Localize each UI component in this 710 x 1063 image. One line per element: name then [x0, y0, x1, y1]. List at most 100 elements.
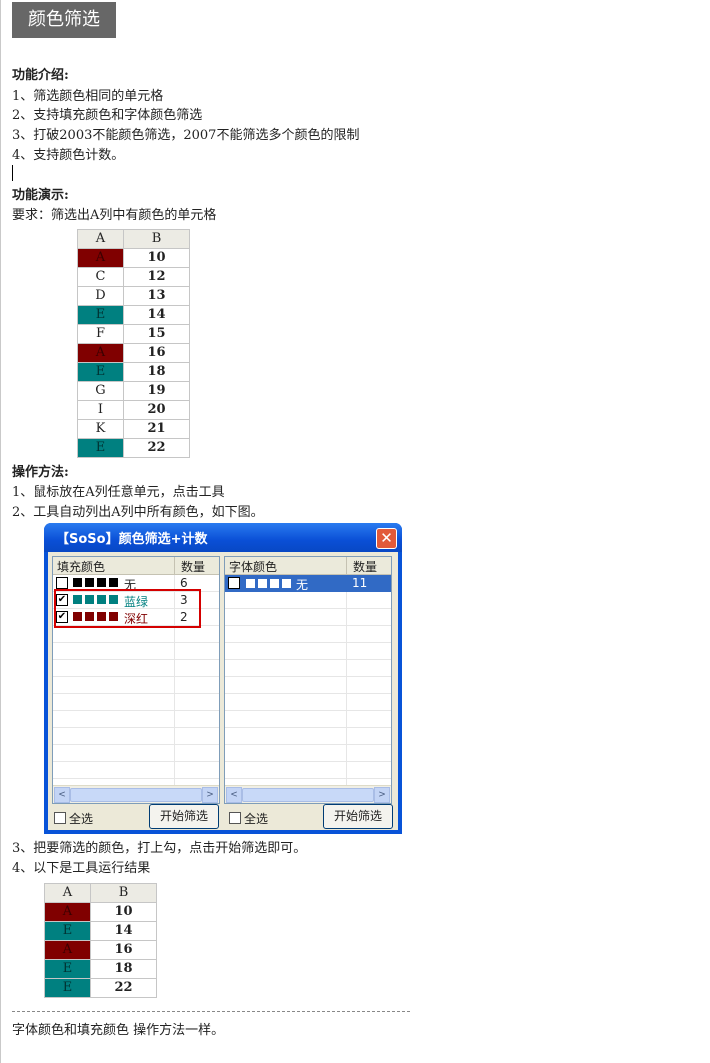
cell-a: A [77, 343, 124, 363]
table-row: E 14 [44, 921, 157, 941]
color-count: 11 [352, 576, 368, 590]
col-header-b: B [123, 229, 190, 249]
dialog-title-bar: 【SoSo】颜色筛选+计数 ✕ [44, 523, 402, 552]
page-title: 颜色筛选 [12, 2, 116, 38]
table-row: E 22 [44, 978, 157, 998]
cell-a: E [77, 362, 124, 382]
table-row: F 15 [77, 324, 190, 344]
cell-a: D [77, 286, 124, 306]
cell-b: 13 [123, 286, 190, 306]
cell-a: E [44, 959, 91, 979]
header-divider [174, 557, 175, 574]
font-color-list[interactable]: 字体颜色 数量 无 11 < > [224, 556, 392, 804]
color-swatch [97, 578, 106, 587]
cell-b: 12 [123, 267, 190, 287]
table-row: I 20 [77, 400, 190, 420]
cell-a: I [77, 400, 124, 420]
color-swatch [269, 578, 280, 589]
col-header-a: A [77, 229, 124, 249]
intro-heading: 功能介绍: [12, 68, 69, 83]
color-name: 无 [296, 578, 309, 592]
cell-a: K [77, 419, 124, 439]
table-row: G 19 [77, 381, 190, 401]
cell-a: G [77, 381, 124, 401]
cell-a: A [44, 902, 91, 922]
list-gridlines [225, 575, 391, 785]
cell-b: 18 [90, 959, 157, 979]
intro-item-4: 4、支持颜色计数。 [12, 148, 125, 163]
result-table: A B A 10 E 14 A 16 E 18 E 22 [44, 883, 157, 998]
font-start-filter-button[interactable]: 开始筛选 [323, 804, 393, 829]
demo-requirement: 要求：筛选出A列中有颜色的单元格 [12, 208, 217, 223]
cell-a: E [44, 921, 91, 941]
color-checkbox[interactable] [228, 577, 240, 589]
demo-table: A B A 10 C 12 D 13 E 14 F 15 A 16 E 18 G 19 I 20 K 21 E 22 [77, 229, 190, 458]
cell-a: A [77, 248, 124, 268]
cell-b: 19 [123, 381, 190, 401]
method-step-1: 1、鼠标放在A列任意单元，点击工具 [12, 485, 225, 500]
method-heading: 操作方法: [12, 465, 69, 480]
scroll-left-icon[interactable]: < [54, 787, 70, 803]
cell-b: 10 [123, 248, 190, 268]
color-count: 6 [180, 576, 188, 590]
color-filter-dialog: 【SoSo】颜色筛选+计数 ✕ 填充颜色 数量 无 6 ✔ 蓝绿 3 ✔ 深红 2 < > 字… [44, 523, 402, 834]
table-row: K 21 [77, 419, 190, 439]
method-step-2: 2、工具自动列出A列中所有颜色，如下图。 [12, 505, 264, 520]
table-row: E 14 [77, 305, 190, 325]
scroll-thumb[interactable] [242, 788, 374, 802]
cell-a: F [77, 324, 124, 344]
cell-b: 22 [90, 978, 157, 998]
highlight-box [54, 589, 201, 628]
cell-b: 15 [123, 324, 190, 344]
cell-b: 16 [123, 343, 190, 363]
table-row: C 12 [77, 267, 190, 287]
cell-b: 14 [90, 921, 157, 941]
table-row: E 22 [77, 438, 190, 458]
fill-color-header: 填充颜色 [57, 560, 106, 574]
list-column-line [346, 575, 347, 785]
demo-heading: 功能演示: [12, 188, 69, 203]
table-row: A 10 [77, 248, 190, 268]
col-header-b: B [90, 883, 157, 903]
table-row: D 13 [77, 286, 190, 306]
color-swatch [281, 578, 292, 589]
left-border [0, 0, 1, 1063]
cell-a: A [44, 940, 91, 960]
table-row: E 18 [77, 362, 190, 382]
fill-select-all-label: 全选 [69, 812, 94, 826]
scroll-right-icon[interactable]: > [374, 787, 390, 803]
scroll-thumb[interactable] [70, 788, 202, 802]
color-checkbox[interactable] [56, 577, 68, 589]
cell-a: E [77, 305, 124, 325]
footer-note: 字体颜色和填充颜色 操作方法一样。 [12, 1023, 225, 1038]
header-divider [346, 557, 347, 574]
dashed-divider [12, 1011, 410, 1012]
col-header-a: A [44, 883, 91, 903]
intro-item-1: 1、筛选颜色相同的单元格 [12, 89, 164, 104]
cell-b: 20 [123, 400, 190, 420]
font-list-header: 字体颜色 数量 [225, 557, 391, 575]
cell-b: 14 [123, 305, 190, 325]
scroll-right-icon[interactable]: > [202, 787, 218, 803]
fill-select-all-checkbox[interactable] [54, 812, 66, 824]
cell-b: 16 [90, 940, 157, 960]
intro-item-2: 2、支持填充颜色和字体颜色筛选 [12, 108, 203, 123]
method-step-4: 4、以下是工具运行结果 [12, 861, 151, 876]
table-row: A 10 [44, 902, 157, 922]
color-swatch [245, 578, 256, 589]
method-step-3: 3、把要筛选的颜色，打上勾，点击开始筛选即可。 [12, 841, 307, 856]
cell-b: 21 [123, 419, 190, 439]
close-icon[interactable]: ✕ [376, 528, 397, 549]
fill-list-scrollbar[interactable]: < > [53, 785, 219, 803]
cell-a: E [77, 438, 124, 458]
scroll-left-icon[interactable]: < [226, 787, 242, 803]
font-select-all-checkbox[interactable] [229, 812, 241, 824]
color-swatch [85, 578, 94, 587]
cell-b: 22 [123, 438, 190, 458]
fill-start-filter-button[interactable]: 开始筛选 [149, 804, 219, 829]
table-row: E 18 [44, 959, 157, 979]
font-list-scrollbar[interactable]: < > [225, 785, 391, 803]
fill-count-header: 数量 [181, 560, 206, 574]
table-row: A 16 [77, 343, 190, 363]
list-item[interactable]: 无 11 [225, 575, 391, 592]
